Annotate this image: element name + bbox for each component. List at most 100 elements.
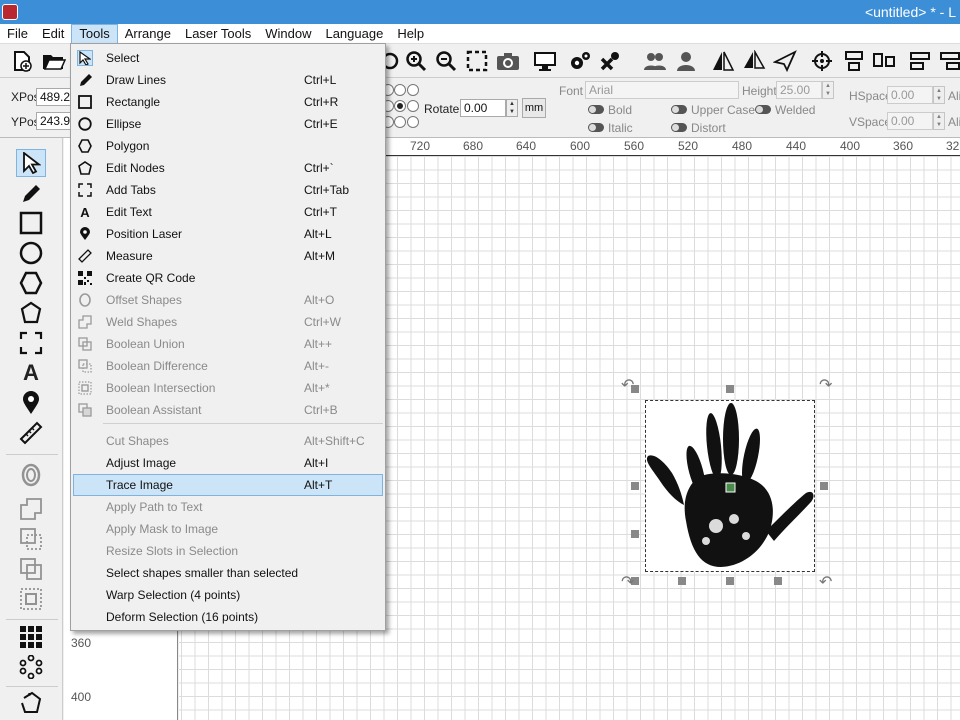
upper-case-toggle[interactable] <box>671 105 687 114</box>
rotate-handle-top-left-icon[interactable]: ↶ <box>621 375 634 395</box>
position-laser-tool-icon[interactable] <box>16 389 46 417</box>
crosshair-icon[interactable] <box>810 50 834 72</box>
resize-handle-bottom-mid[interactable] <box>678 577 686 585</box>
boolean-difference-tool-icon[interactable] <box>16 555 46 583</box>
ungroup-icon[interactable] <box>674 50 698 72</box>
new-file-icon[interactable] <box>10 50 34 72</box>
circular-array-tool-icon[interactable] <box>16 653 46 681</box>
menu-item-warp-selection[interactable]: Warp Selection (4 points) <box>73 584 383 606</box>
select-tool-icon[interactable] <box>16 149 46 177</box>
menu-item-deform-selection[interactable]: Deform Selection (16 points) <box>73 606 383 628</box>
hspace-spinner[interactable]: ▲ ▼ <box>933 86 945 104</box>
menu-item-apply-path-to-text[interactable]: Apply Path to Text <box>73 496 383 518</box>
camera-icon[interactable] <box>496 50 520 72</box>
selected-image[interactable] <box>645 400 815 572</box>
rotate-handle-top-right-icon[interactable]: ↷ <box>819 375 832 395</box>
settings-gears-icon[interactable] <box>568 50 592 72</box>
menu-item-cut-shapes[interactable]: Cut Shapes Alt+Shift+C <box>73 430 383 452</box>
zoom-out-icon[interactable] <box>434 50 458 72</box>
tools-wrench-icon[interactable] <box>599 50 623 72</box>
height-spinner[interactable]: ▲ ▼ <box>822 81 834 99</box>
menu-item-select[interactable]: Select <box>73 47 383 69</box>
height-field[interactable]: 25.00 <box>776 81 822 99</box>
measure-tool-icon[interactable] <box>16 419 46 447</box>
weld-tool-icon[interactable] <box>16 495 46 523</box>
menu-language[interactable]: Language <box>318 24 390 44</box>
pencil-tool-icon[interactable] <box>16 180 46 208</box>
rotate-handle-bottom-right-icon[interactable]: ↶ <box>819 572 832 592</box>
group-icon[interactable] <box>643 50 667 72</box>
font-select[interactable]: Arial <box>585 81 739 99</box>
menu-item-offset-shapes[interactable]: Offset Shapes Alt+O <box>73 289 383 311</box>
menu-item-create-qr-code[interactable]: Create QR Code <box>73 267 383 289</box>
menu-item-position-laser[interactable]: Position Laser Alt+L <box>73 223 383 245</box>
anchor-radio-selected[interactable] <box>394 100 406 112</box>
polygon-tool-icon[interactable] <box>16 269 46 297</box>
menu-window[interactable]: Window <box>258 24 318 44</box>
menu-item-measure[interactable]: Measure Alt+M <box>73 245 383 267</box>
resize-handle-bottom-right-mid[interactable] <box>774 577 782 585</box>
menu-item-boolean-union[interactable]: Boolean Union Alt++ <box>73 333 383 355</box>
menu-item-polygon[interactable]: Polygon <box>73 135 383 157</box>
zoom-frame-icon[interactable] <box>465 50 489 72</box>
menu-tools[interactable]: Tools <box>71 24 118 44</box>
menu-item-adjust-image[interactable]: Adjust Image Alt+I <box>73 452 383 474</box>
unit-mm-button[interactable]: mm <box>522 98 546 118</box>
anchor-radio[interactable] <box>407 100 419 112</box>
anchor-radio[interactable] <box>407 84 419 96</box>
menu-laser-tools[interactable]: Laser Tools <box>178 24 258 44</box>
menu-help[interactable]: Help <box>390 24 431 44</box>
menu-item-weld-shapes[interactable]: Weld Shapes Ctrl+W <box>73 311 383 333</box>
anchor-radio[interactable] <box>394 116 406 128</box>
open-folder-icon[interactable] <box>42 50 66 72</box>
menu-item-add-tabs[interactable]: Add Tabs Ctrl+Tab <box>73 179 383 201</box>
ellipse-tool-icon[interactable] <box>16 239 46 267</box>
offset-tool-icon[interactable] <box>16 461 46 489</box>
align-left-icon[interactable] <box>908 50 932 72</box>
menu-edit[interactable]: Edit <box>35 24 71 44</box>
rotate-field[interactable]: 0.00 <box>460 99 506 117</box>
distort-toggle[interactable] <box>671 123 687 132</box>
anchor-radio[interactable] <box>407 116 419 128</box>
resize-handle-right[interactable] <box>820 482 828 490</box>
menu-item-boolean-difference[interactable]: Boolean Difference Alt+- <box>73 355 383 377</box>
resize-handle-top[interactable] <box>726 385 734 393</box>
auto-join-tool-icon[interactable] <box>16 689 46 717</box>
mirror-vertical-icon[interactable] <box>742 50 766 72</box>
menu-item-select-smaller-shapes[interactable]: Select shapes smaller than selected <box>73 562 383 584</box>
hspace-field[interactable]: 0.00 <box>887 86 933 104</box>
bold-toggle[interactable] <box>588 105 604 114</box>
menu-item-apply-mask-to-image[interactable]: Apply Mask to Image <box>73 518 383 540</box>
align-distribute-icon[interactable] <box>872 50 896 72</box>
menu-item-trace-image[interactable]: Trace Image Alt+T <box>73 474 383 496</box>
resize-handle-left-lower[interactable] <box>631 530 639 538</box>
menu-item-boolean-assistant[interactable]: Boolean Assistant Ctrl+B <box>73 399 383 421</box>
array-grid-tool-icon[interactable] <box>16 623 46 651</box>
anchor-radio[interactable] <box>394 84 406 96</box>
menu-item-boolean-intersection[interactable]: Boolean Intersection Alt+* <box>73 377 383 399</box>
text-tool-icon[interactable]: A <box>16 359 46 387</box>
resize-handle-bottom[interactable] <box>726 577 734 585</box>
menu-item-edit-nodes[interactable]: Edit Nodes Ctrl+` <box>73 157 383 179</box>
menu-arrange[interactable]: Arrange <box>118 24 178 44</box>
add-tabs-tool-icon[interactable] <box>16 329 46 357</box>
menu-file[interactable]: File <box>0 24 35 44</box>
rectangle-tool-icon[interactable] <box>16 209 46 237</box>
resize-handle-left[interactable] <box>631 482 639 490</box>
edit-nodes-tool-icon[interactable] <box>16 299 46 327</box>
boolean-intersection-tool-icon[interactable] <box>16 585 46 613</box>
menu-item-resize-slots[interactable]: Resize Slots in Selection <box>73 540 383 562</box>
send-to-laser-icon[interactable] <box>773 50 797 72</box>
menu-item-ellipse[interactable]: Ellipse Ctrl+E <box>73 113 383 135</box>
vspace-field[interactable]: 0.00 <box>887 112 933 130</box>
monitor-icon[interactable] <box>533 50 557 72</box>
menu-item-draw-lines[interactable]: Draw Lines Ctrl+L <box>73 69 383 91</box>
align-centers-icon[interactable] <box>842 50 866 72</box>
welded-toggle[interactable] <box>755 105 771 114</box>
menu-item-edit-text[interactable]: A Edit Text Ctrl+T <box>73 201 383 223</box>
mirror-horizontal-icon[interactable] <box>711 50 735 72</box>
align-right-icon[interactable] <box>938 50 960 72</box>
zoom-in-icon[interactable] <box>404 50 428 72</box>
rotate-spinner[interactable]: ▲ ▼ <box>506 99 518 117</box>
vspace-spinner[interactable]: ▲ ▼ <box>933 112 945 130</box>
